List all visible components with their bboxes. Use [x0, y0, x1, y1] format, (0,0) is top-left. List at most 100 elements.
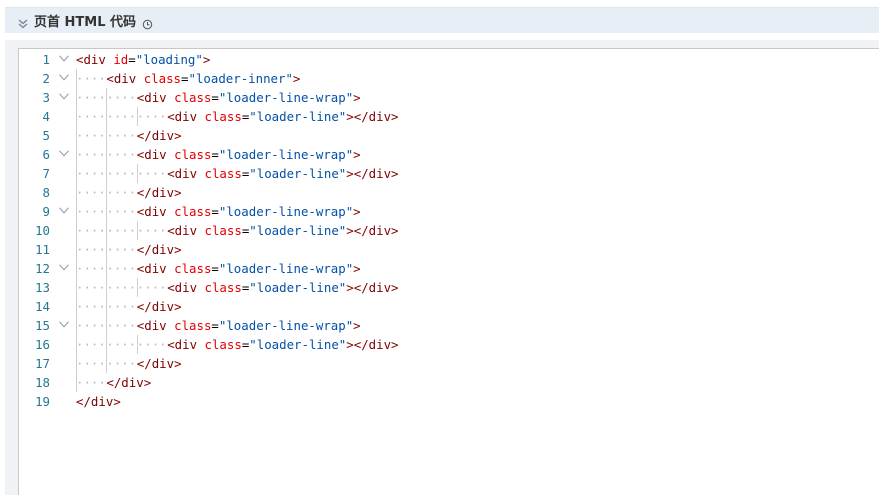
editor-top-margin [5, 40, 879, 48]
history-clock-icon[interactable] [142, 15, 153, 30]
code-text: </div> [76, 394, 121, 409]
code-line[interactable]: 9 ···· ···· <div class="loader-line-wrap"> [19, 202, 879, 221]
code-line[interactable]: 1 <div id="loading"> [19, 50, 879, 69]
code-editor[interactable]: 1 <div id="loading"> 2 ···· <div class="load… [18, 48, 879, 495]
whitespace-dots: ···· [106, 242, 137, 257]
line-number: 15 [35, 318, 50, 333]
whitespace-dots: ···· [76, 166, 106, 181]
whitespace-dots: ···· [76, 71, 106, 86]
line-number: 6 [42, 147, 50, 162]
line-number: 10 [35, 223, 50, 238]
whitespace-dots: ···· [106, 280, 137, 295]
line-number: 8 [42, 185, 50, 200]
whitespace-dots: ···· [106, 299, 137, 314]
whitespace-dots: ···· [106, 356, 137, 371]
panel-title: 页首 HTML 代码 [34, 15, 137, 30]
whitespace-dots: ···· [106, 90, 137, 105]
whitespace-dots: ···· [136, 280, 167, 295]
code-line[interactable]: 15 ···· ···· <div class="loader-line-wrap"> [19, 316, 879, 335]
code-line[interactable]: 3 ···· ···· <div class="loader-line-wrap"> [19, 88, 879, 107]
whitespace-dots: ···· [76, 242, 106, 257]
line-number: 14 [35, 299, 50, 314]
code-text: </div> [106, 375, 152, 390]
code-text: </div> [136, 185, 182, 200]
code-line[interactable]: 6 ···· ···· <div class="loader-line-wrap"> [19, 145, 879, 164]
code-line[interactable]: 4 ···· ···· ···· <div class="loader-line"></… [19, 107, 879, 126]
line-number: 19 [35, 394, 50, 409]
code-text: <div class="loader-line-wrap"> [136, 204, 361, 219]
code-line[interactable]: 17 ···· ···· </div> [19, 354, 879, 373]
code-text: <div class="loader-line"></div> [167, 109, 399, 124]
code-text: <div class="loader-line"></div> [167, 223, 399, 238]
code-text: </div> [136, 356, 182, 371]
code-text: <div class="loader-line"></div> [167, 337, 399, 352]
whitespace-dots: ···· [76, 299, 106, 314]
whitespace-dots: ···· [76, 280, 106, 295]
whitespace-dots: ···· [76, 147, 106, 162]
code-text: <div class="loader-line"></div> [167, 280, 399, 295]
fold-chevron-icon[interactable] [59, 321, 69, 328]
whitespace-dots: ···· [76, 261, 106, 276]
code-line[interactable]: 13 ···· ···· ···· <div class="loader-line"><… [19, 278, 879, 297]
whitespace-dots: ···· [76, 185, 106, 200]
whitespace-dots: ···· [76, 128, 106, 143]
line-number: 2 [42, 71, 50, 86]
whitespace-dots: ···· [136, 166, 167, 181]
fold-chevron-icon[interactable] [59, 93, 69, 100]
code-line[interactable]: 14 ···· ···· </div> [19, 297, 879, 316]
code-line[interactable]: 7 ···· ···· ···· <div class="loader-line"></… [19, 164, 879, 183]
whitespace-dots: ···· [106, 223, 137, 238]
code-text: <div class="loader-line-wrap"> [136, 318, 361, 333]
fold-chevron-icon[interactable] [59, 74, 69, 81]
line-number: 16 [35, 337, 50, 352]
code-text: </div> [136, 299, 182, 314]
whitespace-dots: ···· [106, 185, 137, 200]
fold-chevron-icon[interactable] [59, 55, 69, 62]
whitespace-dots: ···· [76, 337, 106, 352]
code-line[interactable]: 16 ···· ···· ···· <div class="loader-line"><… [19, 335, 879, 354]
code-line[interactable]: 10 ···· ···· ···· <div class="loader-line"><… [19, 221, 879, 240]
whitespace-dots: ···· [106, 147, 137, 162]
line-number: 18 [35, 375, 50, 390]
fold-chevron-icon[interactable] [59, 150, 69, 157]
code-line[interactable]: 2 ···· <div class="loader-inner"> [19, 69, 879, 88]
line-number: 1 [42, 52, 50, 67]
line-number: 4 [42, 109, 50, 124]
code-text: <div class="loader-line-wrap"> [136, 261, 361, 276]
code-line[interactable]: 18 ···· </div> [19, 373, 879, 392]
code-text: <div class="loader-line-wrap"> [136, 147, 361, 162]
panel-header: 页首 HTML 代码 [5, 7, 879, 33]
code-line[interactable]: 19 </div> [19, 392, 879, 411]
editor-left-margin [5, 40, 18, 495]
whitespace-dots: ···· [76, 318, 106, 333]
whitespace-dots: ···· [76, 109, 106, 124]
code-line[interactable]: 11 ···· ···· </div> [19, 240, 879, 259]
line-number: 3 [42, 90, 50, 105]
line-number: 7 [42, 166, 50, 181]
line-number: 5 [42, 128, 50, 143]
line-number: 13 [35, 280, 50, 295]
whitespace-dots: ···· [106, 109, 137, 124]
code-text: <div class="loader-line-wrap"> [136, 90, 361, 105]
whitespace-dots: ···· [136, 109, 167, 124]
whitespace-dots: ···· [76, 223, 106, 238]
whitespace-dots: ···· [136, 223, 167, 238]
line-number: 11 [35, 242, 50, 257]
line-number: 9 [42, 204, 50, 219]
whitespace-dots: ···· [106, 166, 137, 181]
code-line[interactable]: 8 ···· ···· </div> [19, 183, 879, 202]
fold-chevron-icon[interactable] [59, 207, 69, 214]
double-chevron-down-icon[interactable] [17, 15, 29, 28]
line-number: 12 [35, 261, 50, 276]
whitespace-dots: ···· [76, 375, 106, 390]
code-text: <div class="loader-line"></div> [167, 166, 399, 181]
code-line[interactable]: 12 ···· ···· <div class="loader-line-wrap"> [19, 259, 879, 278]
whitespace-dots: ···· [106, 261, 137, 276]
code-line[interactable]: 5 ···· ···· </div> [19, 126, 879, 145]
code-text: </div> [136, 242, 182, 257]
whitespace-dots: ···· [106, 204, 137, 219]
code-text: </div> [136, 128, 182, 143]
whitespace-dots: ···· [106, 337, 137, 352]
whitespace-dots: ···· [76, 204, 106, 219]
fold-chevron-icon[interactable] [59, 264, 69, 271]
